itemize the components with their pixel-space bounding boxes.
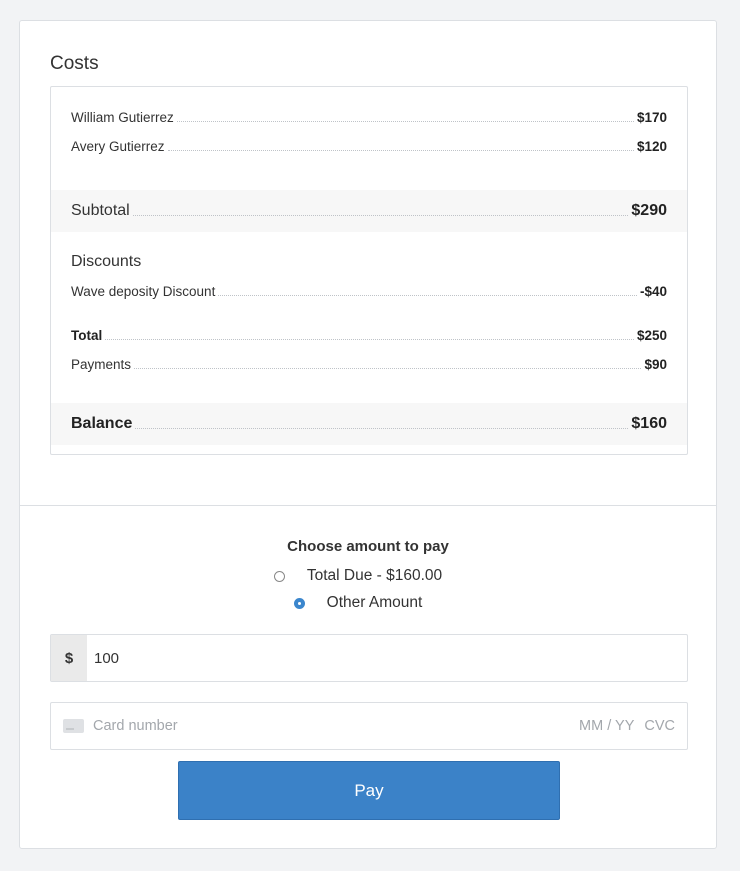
leader-dots [135, 427, 629, 429]
costs-title: Costs [50, 53, 99, 74]
currency-addon: $ [51, 635, 87, 681]
option-total-due[interactable]: Total Due - $160.00 [20, 567, 716, 585]
leader-dots [176, 121, 634, 122]
subtotal-row: Subtotal $290 [51, 190, 687, 232]
pay-button[interactable]: Pay [178, 761, 560, 820]
payments-amount: $90 [644, 357, 667, 372]
line-item-amount: $120 [636, 139, 667, 154]
radio-total-due[interactable] [273, 570, 285, 582]
line-item: William Gutierrez $170 [51, 103, 687, 132]
line-item-label: Avery Gutierrez [71, 139, 165, 154]
option-other-amount[interactable]: Other Amount [20, 594, 716, 612]
choose-amount-title: Choose amount to pay [287, 538, 449, 555]
balance-amount: $160 [631, 415, 667, 432]
total-row: Total $250 [51, 321, 687, 350]
radio-other-amount[interactable] [293, 597, 305, 609]
leader-dots [134, 368, 642, 369]
costs-summary: William Gutierrez $170 Avery Gutierrez $… [50, 86, 688, 455]
discount-row: Wave deposity Discount -$40 [51, 277, 687, 306]
discount-amount: -$40 [639, 284, 667, 299]
discounts-heading: Discounts [71, 253, 142, 270]
total-label: Total [71, 328, 103, 343]
credit-card-icon [63, 719, 84, 733]
leader-dots [218, 295, 637, 296]
leader-dots [167, 150, 634, 151]
card-number-placeholder[interactable]: Card number [93, 718, 579, 734]
section-divider [20, 505, 716, 506]
expiry-placeholder[interactable]: MM / YY [579, 718, 634, 734]
subtotal-amount: $290 [631, 202, 667, 219]
balance-row: Balance $160 [51, 403, 687, 445]
subtotal-label: Subtotal [71, 202, 130, 219]
balance-label: Balance [71, 415, 133, 432]
option-total-due-label[interactable]: Total Due - $160.00 [307, 567, 442, 585]
leader-dots [132, 214, 629, 216]
line-item-amount: $170 [636, 110, 667, 125]
card-input[interactable]: Card number MM / YY CVC [50, 702, 688, 750]
payments-label: Payments [71, 357, 132, 372]
option-other-amount-label[interactable]: Other Amount [327, 594, 423, 612]
line-item: Avery Gutierrez $120 [51, 132, 687, 161]
amount-input-group: $ [50, 634, 688, 682]
payments-row: Payments $90 [51, 350, 687, 379]
line-item-label: William Gutierrez [71, 110, 174, 125]
total-amount: $250 [636, 328, 667, 343]
discount-label: Wave deposity Discount [71, 284, 216, 299]
payment-card: Costs William Gutierrez $170 Avery Gutie… [19, 20, 717, 849]
leader-dots [105, 339, 634, 340]
amount-input[interactable] [87, 635, 687, 681]
cvc-placeholder[interactable]: CVC [644, 718, 675, 734]
